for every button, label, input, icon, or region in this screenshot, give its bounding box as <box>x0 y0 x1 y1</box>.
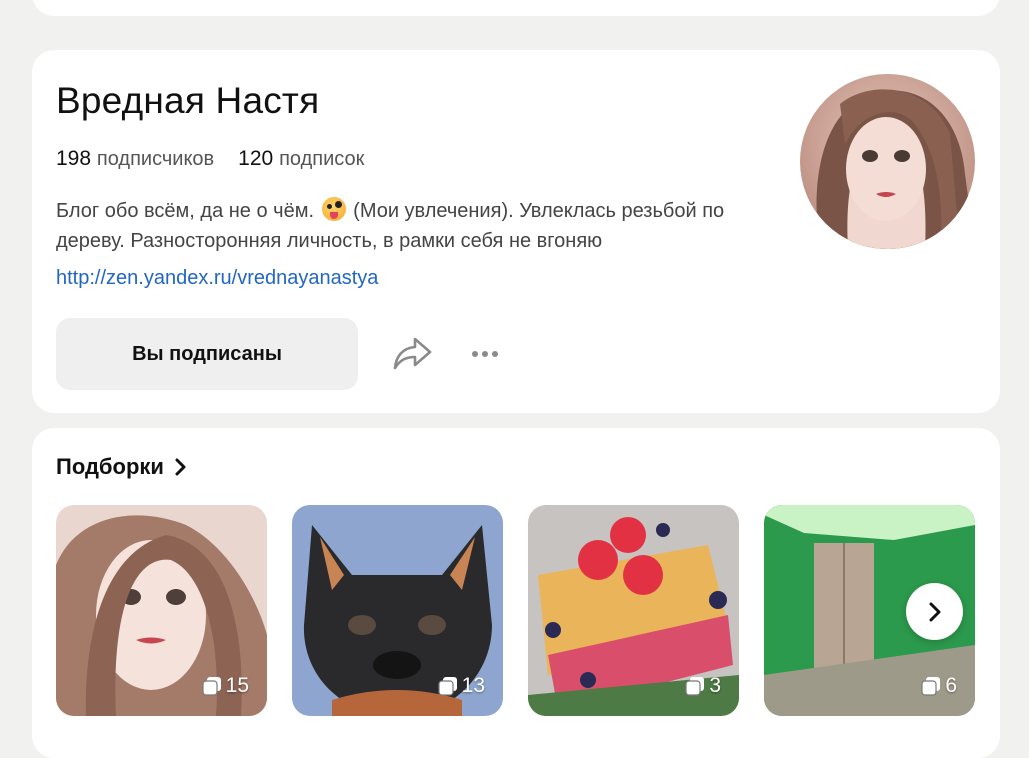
collection-card[interactable]: 13 <box>292 505 503 716</box>
description-text-1: Блог обо всём, да не о чём. <box>56 200 315 222</box>
collection-count-value: 13 <box>461 674 485 697</box>
carousel-next-button[interactable] <box>906 583 963 640</box>
channel-name: Вредная Настя <box>56 80 320 121</box>
more-button[interactable] <box>466 338 504 370</box>
subscriptions-stat[interactable]: 120 подписок <box>238 147 364 171</box>
collection-count: 3 <box>685 674 721 698</box>
channel-avatar[interactable] <box>800 74 975 249</box>
channel-link[interactable]: http://zen.yandex.ru/vrednayanastya <box>56 267 378 290</box>
channel-description: Блог обо всём, да не о чём. (Мои увлечен… <box>56 196 791 256</box>
subscribers-label: подписчиков <box>96 148 215 170</box>
channel-header-card: Вредная Настя 198 подписчиков 120 подпис… <box>32 50 1000 413</box>
collection-count: 15 <box>202 674 249 698</box>
subscribers-count: 198 <box>56 147 92 170</box>
collections-title-link[interactable]: Подборки <box>56 454 188 480</box>
collection-count: 13 <box>438 674 485 698</box>
subscriptions-count: 120 <box>238 147 274 170</box>
subscribed-button[interactable]: Вы подписаны <box>56 318 358 390</box>
previous-card <box>32 0 1000 16</box>
collection-count-value: 15 <box>225 674 249 697</box>
stack-icon <box>202 677 221 696</box>
share-button[interactable] <box>390 333 434 375</box>
tongue-face-emoji-icon <box>321 197 346 221</box>
chevron-right-icon <box>929 602 940 621</box>
collections-title: Подборки <box>56 454 164 479</box>
channel-stats: 198 подписчиков 120 подписок <box>56 147 364 171</box>
stack-icon <box>685 677 705 696</box>
share-icon <box>393 337 432 370</box>
collection-count-value: 6 <box>945 674 957 697</box>
chevron-right-icon <box>175 458 186 476</box>
subscribers-stat[interactable]: 198 подписчиков <box>56 147 214 171</box>
stack-icon <box>921 677 941 696</box>
collection-card[interactable]: 3 <box>528 505 739 716</box>
avatar-photo <box>800 74 975 249</box>
collection-count: 6 <box>921 674 957 698</box>
collection-card[interactable]: 15 <box>56 505 267 716</box>
more-dots-icon <box>472 351 498 357</box>
collections-card: Подборки 15 13 3 6 <box>32 428 1000 758</box>
collection-count-value: 3 <box>709 674 721 697</box>
stack-icon <box>438 677 457 696</box>
subscriptions-label: подписок <box>279 148 365 170</box>
